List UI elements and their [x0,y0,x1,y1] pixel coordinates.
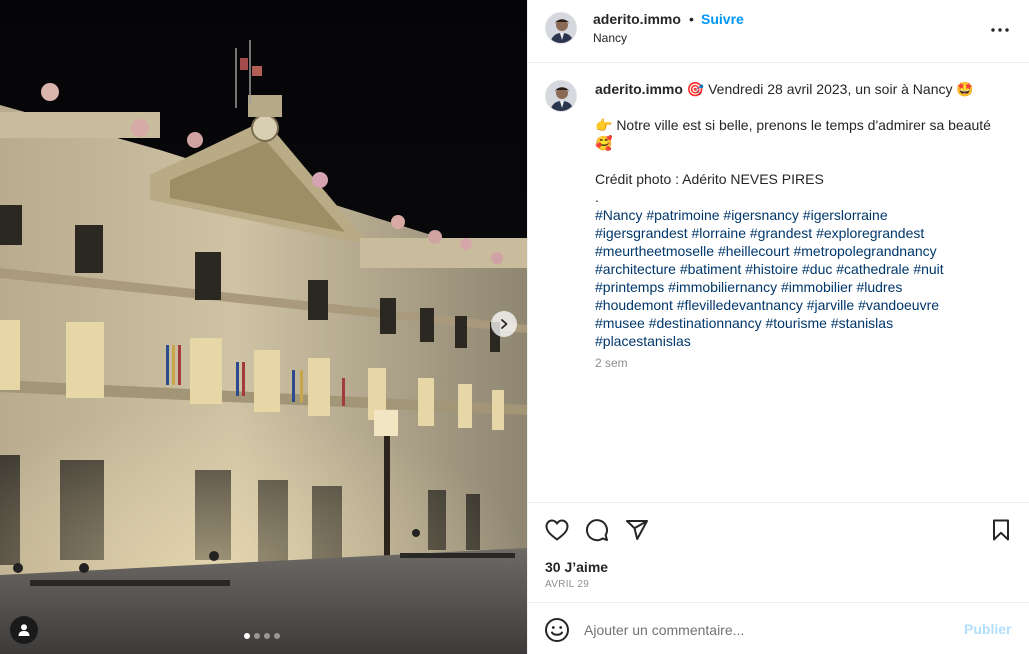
tagged-users-button[interactable] [10,616,38,644]
carousel-dot [244,633,250,639]
carousel-dot [254,633,260,639]
comment-bar: Publier [528,602,1029,654]
hashtag-link[interactable]: #exploregrandest [816,225,924,241]
hashtag-link[interactable]: #meurtheetmoselle [595,243,714,259]
post-details-panel: aderito.immo • Suivre Nancy aderito.immo… [527,0,1029,654]
post-author-username[interactable]: aderito.immo [593,11,681,27]
follow-button[interactable]: Suivre [701,11,744,27]
hashtag-link[interactable]: #histoire [745,261,798,277]
hashtag-link[interactable]: #jarville [807,297,854,313]
hashtag-link[interactable]: #architecture [595,261,676,277]
caption-first-line: 🎯 Vendredi 28 avril 2023, un soir à Nanc… [682,81,974,97]
profile-photo [546,13,576,43]
post-location[interactable]: Nancy [593,31,627,45]
photo-credit: Crédit photo : Adérito NEVES PIRES [595,171,824,187]
likes-count[interactable]: 30 J’aime [545,559,608,575]
hashtag-link[interactable]: #lorraine [692,225,746,241]
hashtag-link[interactable]: #metropolegrandnancy [793,243,936,259]
hashtag-link[interactable]: #musee [595,315,645,331]
save-button[interactable] [988,517,1014,543]
publish-button[interactable]: Publier [964,621,1011,637]
comment-input[interactable] [584,617,954,643]
caption-line: aderito.immo 🎯 Vendredi 28 avril 2023, u… [595,80,1010,98]
hashtag-link[interactable]: #batiment [680,261,741,277]
hashtag-link[interactable]: #printemps [595,279,664,295]
hashtag-link[interactable]: #ludres [856,279,902,295]
post-time-ago[interactable]: 2 sem [595,356,628,370]
hashtag-link[interactable]: #tourisme [765,315,826,331]
hashtag-link[interactable]: #placestanislas [595,333,691,349]
smiley-icon [545,618,569,642]
more-options-button[interactable] [988,18,1012,42]
carousel-dot [274,633,280,639]
comment-icon [586,519,608,542]
hashtag-link[interactable]: #destinationnancy [649,315,762,331]
hashtag-link[interactable]: #igersgrandest [595,225,688,241]
heart-icon [545,519,569,541]
caption-dot-line: . [595,189,599,205]
avatar[interactable] [545,80,577,112]
profile-photo [546,81,576,111]
hashtag-link[interactable]: #immobilier [781,279,853,295]
hashtag-list: #Nancy #patrimoine #igersnancy #igerslor… [595,206,1010,350]
caption-second-line: 👉 Notre ville est si belle, prenons le t… [595,117,991,151]
caption-username[interactable]: aderito.immo [595,81,683,97]
avatar[interactable] [545,12,577,44]
separator-dot: • [689,11,694,27]
hashtag-link[interactable]: #Nancy [595,207,642,223]
share-button[interactable] [624,517,650,543]
post-header: aderito.immo • Suivre Nancy [528,0,1029,63]
paper-plane-icon [626,520,648,540]
post-actions: 30 J’aime AVRIL 29 [528,502,1029,602]
hashtag-link[interactable]: #heillecourt [718,243,790,259]
hashtag-link[interactable]: #grandest [750,225,812,241]
hashtag-link[interactable]: #houdemont [595,297,673,313]
hashtag-link[interactable]: #igersnancy [723,207,799,223]
chevron-right-icon [501,319,508,329]
hashtag-link[interactable]: #patrimoine [646,207,719,223]
hashtag-link[interactable]: #stanislas [831,315,893,331]
hashtag-link[interactable]: #duc [802,261,832,277]
comment-button[interactable] [584,517,610,543]
post-caption: aderito.immo 🎯 Vendredi 28 avril 2023, u… [528,64,1029,502]
bookmark-icon [993,519,1009,541]
hashtag-link[interactable]: #nuit [913,261,943,277]
caption-text: aderito.immo 🎯 Vendredi 28 avril 2023, u… [595,80,1010,350]
carousel-dot [264,633,270,639]
carousel-next-button[interactable] [491,311,517,337]
hashtag-link[interactable]: #cathedrale [836,261,909,277]
post-media[interactable] [0,0,527,654]
carousel-indicator [244,633,280,639]
user-icon [18,624,30,636]
hashtag-link[interactable]: #vandoeuvre [858,297,939,313]
emoji-button[interactable] [544,617,570,643]
like-button[interactable] [544,517,570,543]
hashtag-link[interactable]: #flevilledevantnancy [677,297,803,313]
post-date: AVRIL 29 [545,579,590,590]
post-photo [0,0,527,654]
hashtag-link[interactable]: #igerslorraine [803,207,888,223]
hashtag-link[interactable]: #immobiliernancy [668,279,777,295]
more-horizontal-icon [991,28,1009,32]
